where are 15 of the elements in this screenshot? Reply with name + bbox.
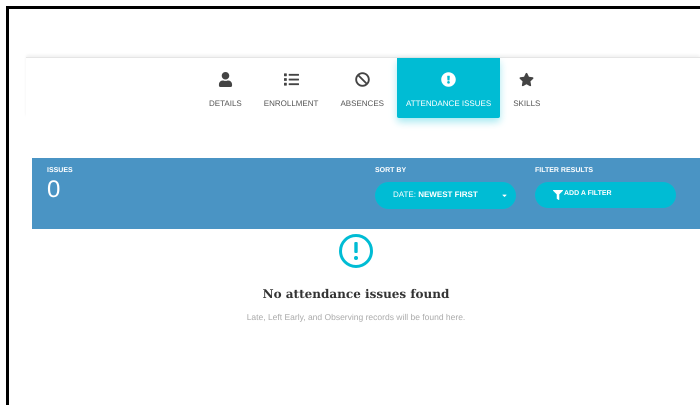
star-icon — [519, 72, 534, 87]
exclamation-icon — [338, 233, 374, 269]
empty-message: Late, Left Early, and Observing records will be found here. — [246, 311, 466, 324]
person-icon — [218, 72, 233, 87]
filter-icon — [553, 190, 563, 200]
empty-title: No attendance issues found — [262, 286, 450, 303]
prohibited-icon — [354, 72, 370, 87]
tab[interactable]: DETAILS — [200, 58, 251, 118]
tab[interactable]: SKILLS — [504, 58, 550, 118]
caret-icon — [501, 192, 508, 198]
exclamation-icon — [441, 72, 456, 87]
tab[interactable]: ABSENCES — [331, 58, 394, 118]
list-icon — [284, 72, 299, 87]
issues-count: 0 — [47, 176, 62, 202]
tab[interactable]: ENROLLMENT — [254, 58, 328, 118]
